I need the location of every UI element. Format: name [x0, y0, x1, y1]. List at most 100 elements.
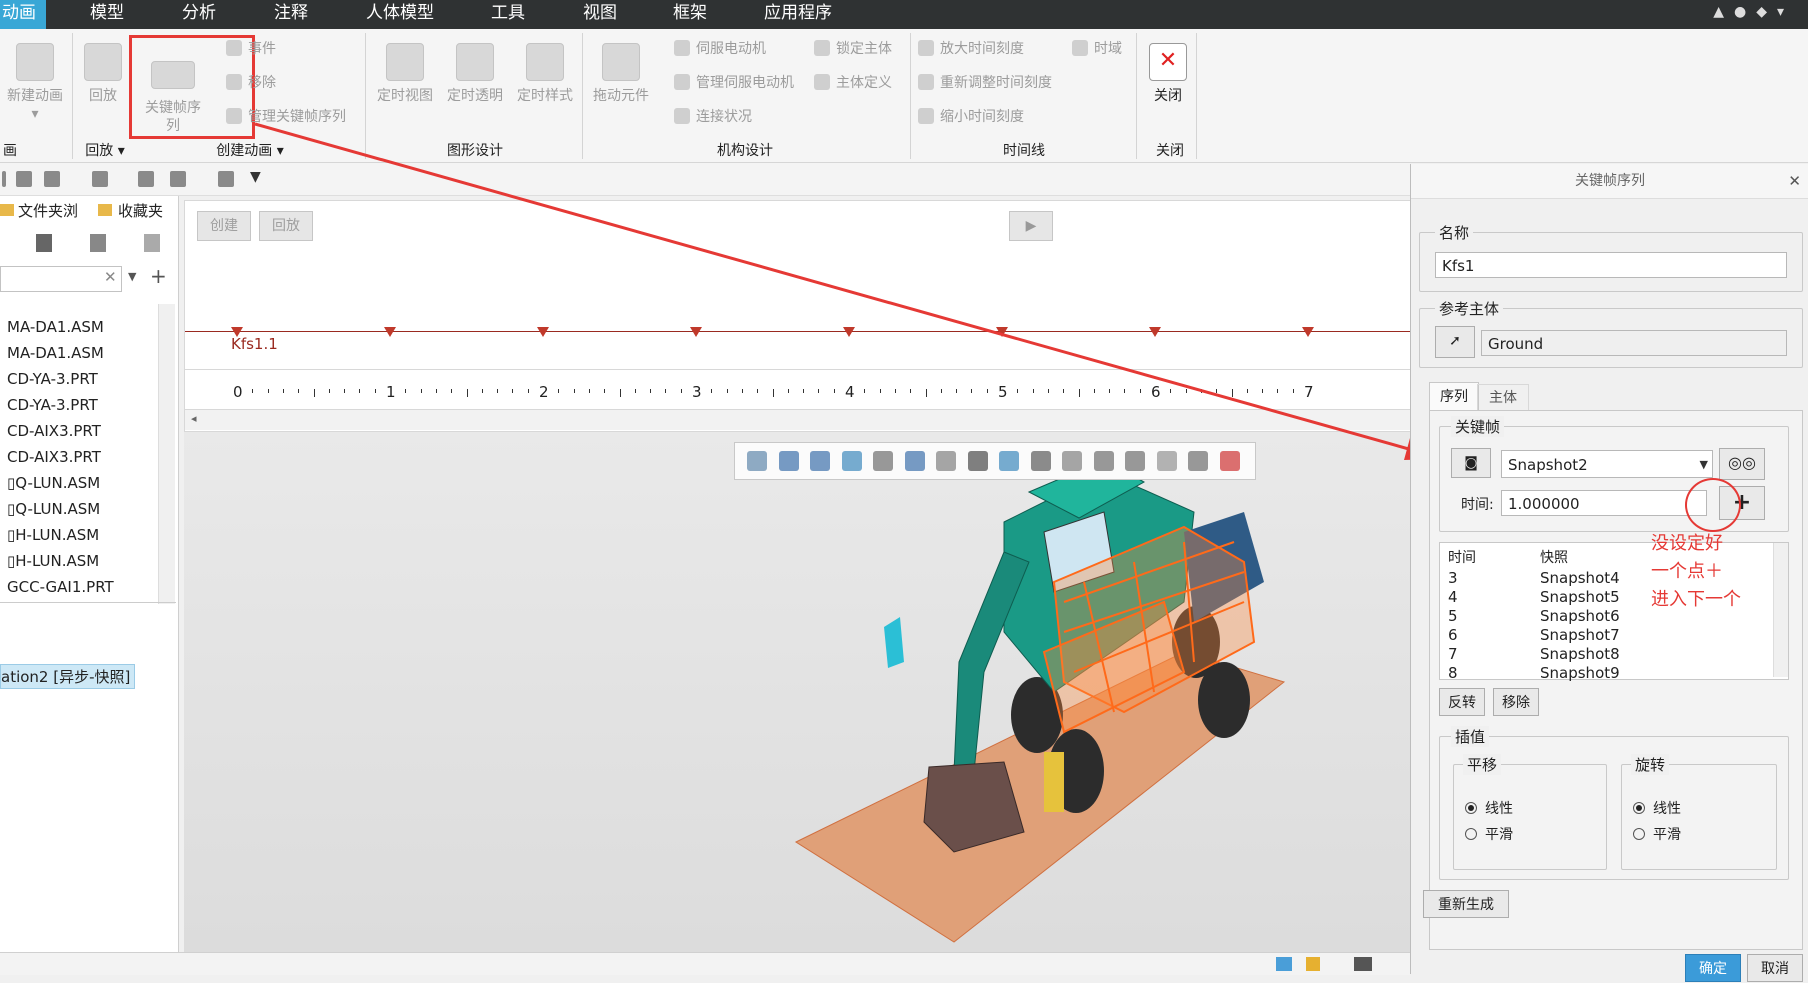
window-controls[interactable]: ▲●◆▾: [1713, 4, 1794, 20]
reverse-button[interactable]: 反转: [1439, 688, 1485, 716]
keyframe-marker[interactable]: [843, 327, 855, 337]
tree-filter-icon[interactable]: [90, 234, 106, 252]
col-time-header[interactable]: 时间: [1448, 547, 1476, 567]
group-playback-label[interactable]: 回放 ▾: [82, 140, 128, 160]
named-views-icon[interactable]: [967, 451, 988, 471]
filter-icon[interactable]: [1354, 957, 1372, 971]
table-scrollbar[interactable]: [1773, 543, 1788, 677]
user-icon[interactable]: ●: [1734, 4, 1756, 20]
tree-scrollbar[interactable]: [158, 304, 175, 604]
new-icon[interactable]: [2, 171, 6, 187]
timeline-scrollbar[interactable]: ◂: [185, 409, 1411, 430]
keyframe-row-time[interactable]: 8: [1448, 664, 1458, 682]
remove-keyframe-button[interactable]: 移除: [1493, 688, 1539, 716]
timed-transparency-button[interactable]: 定时透明: [442, 43, 508, 105]
body-definition-button[interactable]: 主体定义: [814, 72, 892, 92]
timed-view-button[interactable]: 定时视图: [372, 43, 438, 105]
timed-style-button[interactable]: 定时样式: [512, 43, 578, 105]
zoom-out-time-button[interactable]: 缩小时间刻度: [918, 106, 1024, 126]
time-domain-button[interactable]: 时域: [1072, 38, 1122, 58]
keyframe-row-snapshot[interactable]: Snapshot6: [1540, 607, 1620, 625]
menu-tab-animation[interactable]: 动画: [0, 0, 46, 29]
point-icon[interactable]: [1125, 451, 1145, 471]
zoom-in-time-button[interactable]: 放大时间刻度: [918, 38, 1024, 58]
dropdown-icon[interactable]: ▾: [1777, 4, 1794, 20]
keyframe-row-snapshot[interactable]: Snapshot5: [1540, 588, 1620, 606]
display-style-icon[interactable]: [936, 451, 956, 471]
collapse-icon[interactable]: ▲: [1713, 4, 1734, 20]
col-snapshot-header[interactable]: 快照: [1540, 547, 1568, 567]
view-snapshot-button[interactable]: ◎◎: [1719, 448, 1765, 480]
keyframe-row-time[interactable]: 4: [1448, 588, 1458, 606]
keyframe-marker[interactable]: [537, 327, 549, 337]
tree-columns-icon[interactable]: [144, 234, 160, 252]
menu-tab-analysis[interactable]: 分析: [182, 0, 216, 29]
customize-dropdown-icon[interactable]: ▼: [250, 169, 261, 185]
keyframe-marker[interactable]: [384, 327, 396, 337]
connection-status-button[interactable]: 连接状况: [674, 106, 752, 126]
axis-icon[interactable]: [1093, 451, 1114, 471]
keyframe-row-snapshot[interactable]: Snapshot4: [1540, 569, 1620, 587]
tree-item[interactable]: CD-YA-3.PRT: [7, 396, 98, 414]
name-input[interactable]: Kfs1: [1435, 252, 1787, 278]
group-create-animation-label[interactable]: 创建动画 ▾: [210, 140, 290, 160]
snapshot-camera-button[interactable]: ◙: [1451, 448, 1491, 478]
playback-button[interactable]: 回放: [80, 43, 126, 105]
keyframe-marker[interactable]: [690, 327, 702, 337]
tree-item[interactable]: CD-AIX3.PRT: [7, 448, 101, 466]
add-icon[interactable]: +: [150, 264, 167, 288]
csys-icon[interactable]: [1156, 451, 1177, 471]
remove-button[interactable]: 移除: [226, 72, 276, 92]
menu-tab-human-model[interactable]: 人体模型: [366, 0, 434, 29]
keyframe-marker[interactable]: [1149, 327, 1161, 337]
menu-tab-framework[interactable]: 框架: [673, 0, 707, 29]
translation-smooth-radio[interactable]: 平滑: [1465, 824, 1513, 844]
perspective-icon[interactable]: [873, 451, 893, 471]
keyframe-row-time[interactable]: 6: [1448, 626, 1458, 644]
close-button[interactable]: ✕ 关闭: [1144, 43, 1192, 105]
spin-center-icon[interactable]: [1219, 451, 1240, 471]
rotation-linear-radio[interactable]: 线性: [1633, 798, 1681, 818]
tree-item[interactable]: ▯Q-LUN.ASM: [7, 474, 100, 492]
servo-motor-button[interactable]: 伺服电动机: [674, 38, 766, 58]
tree-item[interactable]: ▯H-LUN.ASM: [7, 526, 99, 544]
help-icon[interactable]: ◆: [1756, 4, 1777, 20]
menu-tab-tools[interactable]: 工具: [491, 0, 525, 29]
redo-icon[interactable]: [92, 171, 108, 187]
tree-item[interactable]: ▯Q-LUN.ASM: [7, 500, 100, 518]
view-manager-icon[interactable]: [999, 451, 1019, 471]
lock-body-button[interactable]: 锁定主体: [814, 38, 892, 58]
excavator-model[interactable]: [184, 432, 1410, 952]
regenerate-icon[interactable]: [138, 171, 154, 187]
menu-tab-view[interactable]: 视图: [583, 0, 617, 29]
tab-sequence[interactable]: 序列: [1429, 382, 1479, 411]
tree-settings-icon[interactable]: [36, 234, 52, 252]
close-window-icon[interactable]: [218, 171, 234, 187]
rotation-smooth-radio[interactable]: 平滑: [1633, 824, 1681, 844]
keyframe-row-snapshot[interactable]: Snapshot7: [1540, 626, 1620, 644]
clear-search-icon[interactable]: ✕: [104, 268, 117, 286]
ok-button[interactable]: 确定: [1685, 954, 1741, 982]
tree-item[interactable]: CD-YA-3.PRT: [7, 370, 98, 388]
datum-display-icon[interactable]: [1030, 451, 1051, 471]
menu-tab-model[interactable]: 模型: [90, 0, 124, 29]
snapshot-select[interactable]: Snapshot2 ▼: [1501, 450, 1713, 478]
tree-item[interactable]: ▯H-LUN.ASM: [7, 552, 99, 570]
timeline-create-button[interactable]: 创建: [197, 211, 251, 241]
plane-icon[interactable]: [1062, 451, 1082, 471]
keyframe-marker[interactable]: [996, 327, 1008, 337]
tab-body[interactable]: 主体: [1477, 384, 1529, 411]
timeline-playback-button[interactable]: 回放: [259, 211, 313, 241]
chevron-down-icon[interactable]: ▼: [1700, 451, 1708, 479]
menu-tab-annotate[interactable]: 注释: [274, 0, 308, 29]
select-body-button[interactable]: ➚: [1435, 326, 1475, 358]
dialog-close-icon[interactable]: ✕: [1788, 172, 1801, 190]
selected-animation-item[interactable]: ation2 [异步-快照]: [0, 664, 136, 689]
translation-linear-radio[interactable]: 线性: [1465, 798, 1513, 818]
keyframe-row-snapshot[interactable]: Snapshot9: [1540, 664, 1620, 682]
flag-icon[interactable]: [1306, 957, 1320, 971]
keyframe-row-snapshot[interactable]: Snapshot8: [1540, 645, 1620, 663]
new-animation-button[interactable]: 新建动画 ▾: [2, 43, 68, 123]
cancel-button[interactable]: 取消: [1747, 954, 1803, 982]
keyframe-row-time[interactable]: 3: [1448, 569, 1458, 587]
